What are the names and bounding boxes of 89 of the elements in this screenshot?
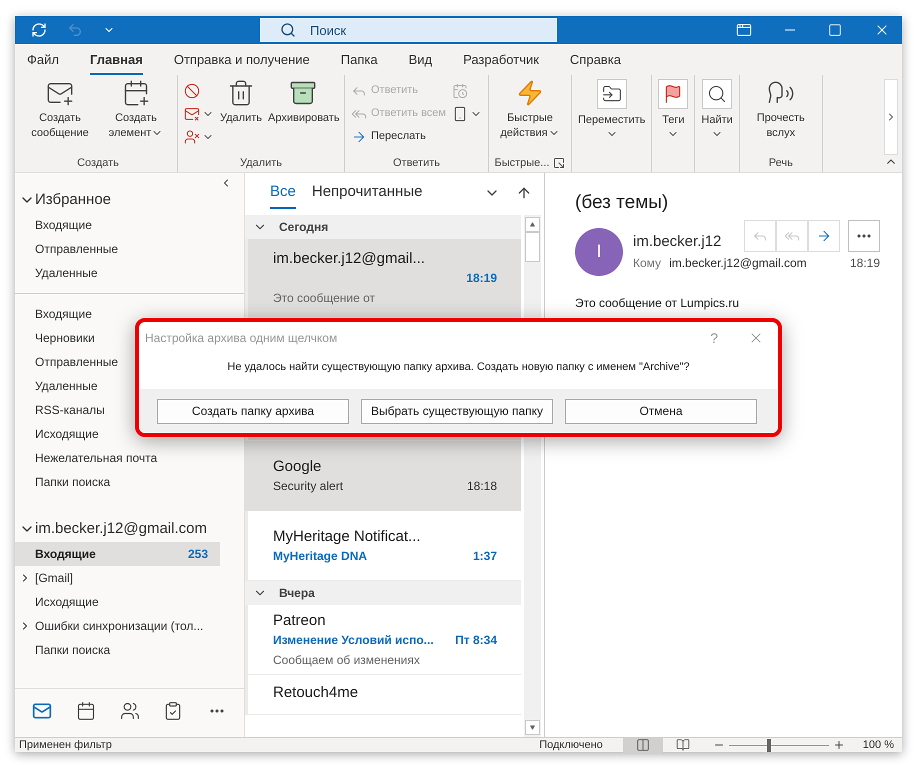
message-item[interactable]: MyHeritage Notificat... MyHeritage DNA 1:37 [245, 511, 521, 581]
folder-item[interactable]: Удаленные [15, 261, 220, 285]
folder-item[interactable]: [Gmail] [15, 566, 220, 590]
sync-icon[interactable] [31, 22, 47, 38]
ribbon-button[interactable]: Быстрые действия [492, 75, 567, 153]
group-label: Удалить [240, 156, 282, 171]
dialog-message: Не удалось найти существующую папку архива. Создать новую папку с именем "Archive"? [226, 360, 691, 375]
more-button[interactable] [848, 220, 880, 252]
zoom-level: 100 % [862, 738, 894, 753]
ribbon-button[interactable]: Создать сообщение [23, 75, 97, 153]
folder-item[interactable]: Ошибки синхронизации (тол... [15, 614, 220, 638]
calendar-clock-icon [452, 82, 468, 98]
search-icon [280, 22, 296, 38]
section-header[interactable]: im.becker.j12@gmail.com [15, 516, 244, 542]
folder-item[interactable]: Папки поиска [15, 638, 220, 662]
ribbon-button[interactable]: Найти [699, 75, 735, 153]
calendar-plus-icon [122, 79, 150, 107]
ribbon-button[interactable]: Прочесть вслух [744, 75, 818, 153]
sender-name: im.becker.j12 [633, 232, 722, 252]
ribbon-button[interactable]: Архивировать [266, 75, 340, 153]
section-header[interactable]: Избранное [15, 187, 244, 213]
scroll-down-icon[interactable] [525, 720, 540, 735]
view-button[interactable] [622, 738, 663, 752]
message-body: Это сообщение от Lumpics.ru [575, 294, 740, 312]
folder-item[interactable]: Входящие [15, 213, 220, 237]
group-label: Создать [77, 156, 119, 171]
ribbon-tab[interactable]: Справка [570, 50, 621, 75]
ribbon-button[interactable]: Удалить [218, 75, 264, 153]
calendar-icon [76, 701, 96, 721]
ribbon-button[interactable]: Переслать [349, 125, 448, 148]
archive-box-icon [289, 79, 317, 107]
mail-icon [32, 701, 52, 721]
message-time: 18:19 [850, 254, 880, 272]
folder-item[interactable]: Отправленные [15, 237, 220, 261]
folder-item[interactable]: Входящие 253 [15, 542, 220, 566]
clipboard-check-icon [163, 701, 184, 721]
envelope-x-icon [184, 106, 200, 122]
group-label: Речь [768, 156, 793, 171]
group-header[interactable]: Вчера [245, 581, 521, 605]
dialog-title: Настройка архива одним щелчком [145, 330, 338, 347]
search-icon [707, 84, 728, 104]
zoom-slider[interactable] [728, 738, 829, 752]
scroll-up-icon[interactable] [525, 217, 540, 232]
message-item[interactable]: Google Security alert 18:18 [245, 441, 521, 511]
ribbon-tab[interactable]: Папка [340, 50, 378, 75]
folder-item[interactable]: Исходящие [15, 590, 220, 614]
ribbon-tab[interactable]: Разработчик [463, 50, 539, 75]
ribbon-tab[interactable]: Файл [27, 50, 59, 75]
normal-view-icon [636, 738, 650, 752]
trash-icon [227, 79, 255, 107]
group-label: Ответить [392, 156, 440, 171]
ribbon-button[interactable]: Создать элемент [99, 75, 173, 153]
ribbon-button[interactable]: Переместить [576, 75, 648, 153]
person-blocked-icon [184, 128, 200, 144]
avatar: I [575, 228, 623, 276]
filter-tab[interactable]: Все [270, 180, 296, 209]
scroll-thumb[interactable] [525, 232, 540, 262]
message-subject: (без темы) [575, 191, 670, 215]
people-icon [120, 701, 140, 721]
dialog-button[interactable]: Отмена [565, 398, 757, 424]
sort-arrow-icon[interactable] [516, 185, 532, 201]
group-header[interactable]: Сегодня [245, 215, 521, 239]
dialog-button[interactable]: Выбрать существующую папку [361, 398, 553, 424]
dialog-button[interactable]: Создать папку архива [157, 398, 349, 424]
reading-view-icon [676, 738, 690, 752]
ribbon-tab[interactable]: Отправка и получение [174, 50, 310, 75]
recipient: im.becker.j12@gmail.com [669, 254, 807, 272]
folder-arrow-icon [602, 84, 622, 104]
maximize-icon[interactable] [828, 23, 842, 37]
zoom-thumb[interactable] [766, 738, 771, 752]
dialog-launcher-icon[interactable] [553, 157, 566, 169]
to-label: Кому [633, 254, 662, 272]
filter-tab[interactable]: Непрочитанные [312, 180, 422, 209]
ribbon-display-icon[interactable] [736, 22, 752, 38]
zoom-in-icon[interactable] [832, 739, 845, 751]
filter-status: Применен фильтр [19, 738, 112, 753]
ribbon-button[interactable]: Теги [656, 75, 690, 153]
message-item[interactable]: Patreon Изменение Условий испо... Пт 8:34 Сообщаем об изменениях [245, 605, 521, 675]
folder-item[interactable]: Папки поиска [15, 470, 220, 494]
search-field[interactable]: Поиск [260, 18, 557, 42]
message-item[interactable]: Retouch4me [245, 675, 521, 715]
folder-item[interactable]: Нежелательная почта [15, 446, 220, 470]
connection-status: Подключено [539, 738, 603, 753]
ribbon-tab[interactable]: Вид [408, 50, 432, 75]
group-label: Быстрые... [494, 156, 550, 171]
more-icon [857, 234, 871, 238]
folder-item[interactable]: Входящие [15, 302, 220, 326]
more-icon [210, 709, 224, 713]
blocked-icon [184, 82, 200, 98]
